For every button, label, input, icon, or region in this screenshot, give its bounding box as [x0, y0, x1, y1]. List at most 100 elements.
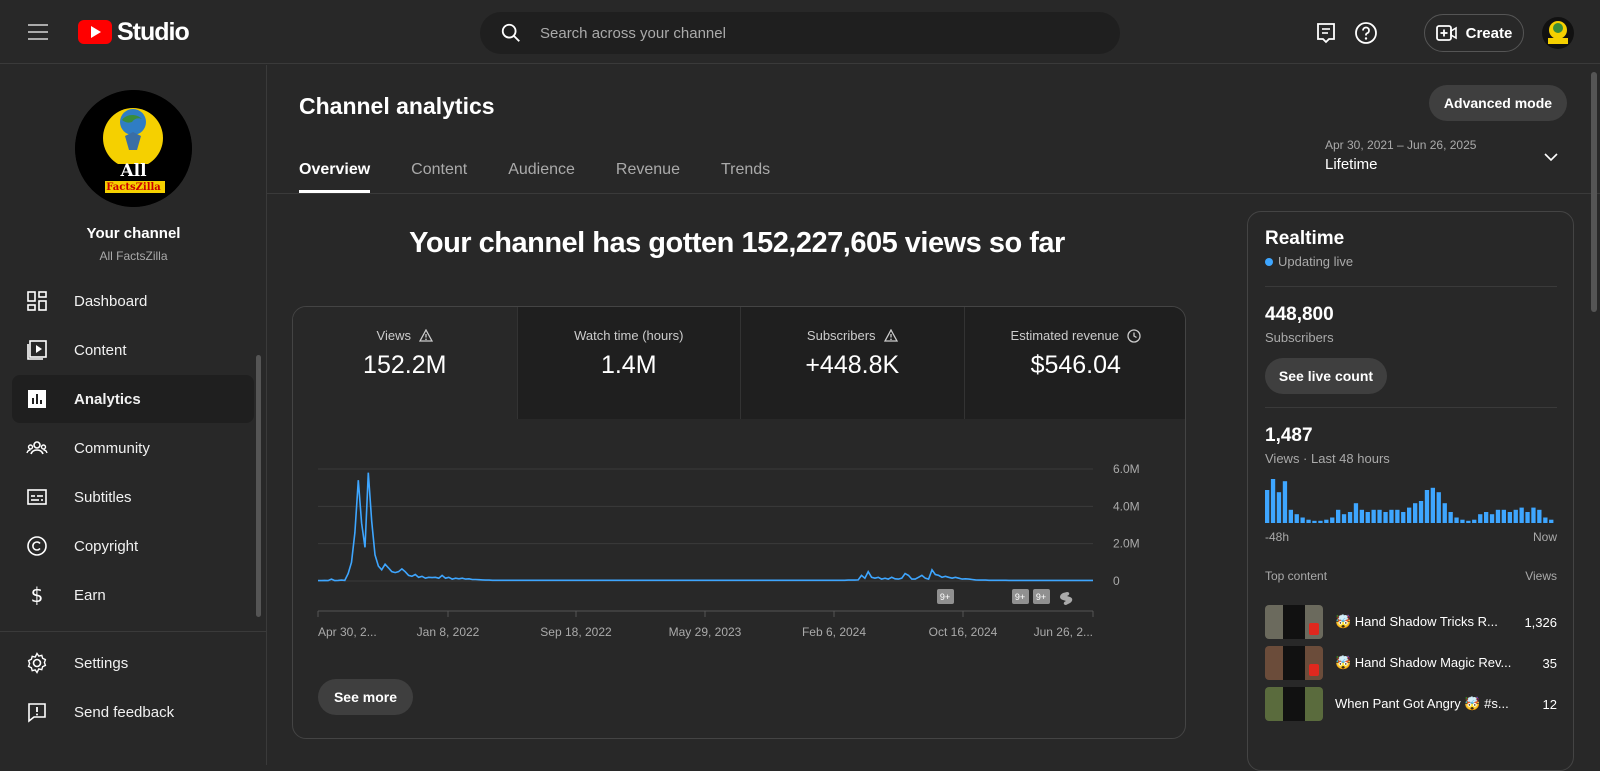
sidebar-item-label: Content: [74, 341, 127, 359]
x-tick-label: Jan 8, 2022: [417, 625, 480, 639]
sidebar-item-subtitles[interactable]: Subtitles: [12, 473, 254, 521]
tab-content[interactable]: Content: [411, 149, 467, 193]
video-thumbnail: [1265, 687, 1323, 721]
video-marker-label: 9+: [1036, 592, 1046, 602]
comment-icon[interactable]: [1314, 21, 1338, 45]
realtime-bar: [1466, 520, 1471, 523]
top-content-label: Top content: [1265, 569, 1328, 583]
account-avatar[interactable]: [1542, 17, 1574, 49]
sidebar-divider: [0, 631, 267, 632]
sidebar-item-label: Copyright: [74, 537, 139, 555]
tab-trends[interactable]: Trends: [721, 149, 770, 193]
metric-label: Views: [377, 328, 433, 343]
realtime-bar: [1312, 520, 1317, 523]
metric-views[interactable]: Views 152.2M: [293, 307, 517, 419]
video-title: When Pant Got Angry 🤯 #s...: [1335, 696, 1509, 711]
metric-watch-time[interactable]: Watch time (hours) 1.4M: [516, 307, 740, 419]
realtime-bar: [1383, 512, 1388, 523]
realtime-bar: [1430, 487, 1435, 523]
metric-label-text: Subscribers: [806, 328, 876, 343]
realtime-views-count: 1,487: [1265, 425, 1313, 446]
date-range-text[interactable]: Apr 30, 2021 – Jun 26, 2025: [1325, 138, 1476, 152]
realtime-bar: [1513, 509, 1518, 523]
main-content: Channel analytics Advanced mode Overview…: [267, 65, 1600, 771]
realtime-bar: [1448, 512, 1453, 523]
sidebar-item-dashboard[interactable]: Dashboard: [12, 277, 254, 325]
realtime-bar: [1549, 519, 1554, 523]
create-label: Create: [1465, 24, 1513, 42]
realtime-bar: [1330, 517, 1335, 523]
metric-estimated-revenue[interactable]: Estimated revenue $546.04: [963, 307, 1185, 419]
realtime-bar: [1359, 509, 1364, 523]
y-tick-label: 2.0M: [1113, 537, 1140, 551]
studio-logo[interactable]: Studio: [78, 18, 190, 46]
sidebar-item-analytics[interactable]: Analytics: [12, 375, 254, 423]
see-more-button[interactable]: See more: [318, 679, 413, 715]
sidebar-item-label: Community: [74, 439, 150, 457]
realtime-bar: [1472, 519, 1477, 523]
video-title: 🤯 Hand Shadow Tricks R...: [1335, 614, 1498, 629]
your-channel-label: Your channel: [86, 225, 181, 242]
realtime-bar: [1377, 509, 1382, 523]
search-bar[interactable]: [480, 12, 1120, 54]
top-content-item[interactable]: When Pant Got Angry 🤯 #s... 12: [1265, 687, 1557, 721]
top-content-item[interactable]: 🤯 Hand Shadow Tricks R... 1,326: [1265, 605, 1557, 639]
sidebar-item-copyright[interactable]: Copyright: [12, 522, 254, 570]
sidebar-item-content[interactable]: Content: [12, 326, 254, 374]
chevron-down-icon[interactable]: [1543, 149, 1559, 165]
avatar-text-bottom: FactsZilla: [106, 182, 161, 193]
video-marker-label: 9+: [940, 592, 950, 602]
subscriber-label: Subscribers: [1265, 330, 1334, 345]
realtime-bar: [1484, 512, 1489, 523]
advanced-mode-button[interactable]: Advanced mode: [1429, 85, 1567, 121]
tab-revenue[interactable]: Revenue: [616, 149, 680, 193]
metric-value: $546.04: [1030, 351, 1121, 379]
realtime-bar-chart[interactable]: [1265, 477, 1555, 523]
search-input[interactable]: [540, 24, 1080, 42]
realtime-bar: [1537, 509, 1542, 523]
realtime-bar: [1265, 490, 1270, 523]
views-chart[interactable]: 6.0M 4.0M 2.0M 0 9+ 9+ 9+ Apr 30, 2... Jan 8, 20…: [293, 419, 1186, 739]
video-thumbnail: [1265, 646, 1323, 680]
clock-icon: [1127, 328, 1141, 343]
sidebar-item-community[interactable]: Community: [12, 424, 254, 472]
see-live-count-button[interactable]: See live count: [1265, 358, 1387, 394]
realtime-status: Updating live: [1265, 254, 1353, 269]
realtime-card: Realtime Updating live 448,800 Subscribe…: [1247, 211, 1574, 771]
create-button[interactable]: Create: [1424, 14, 1524, 52]
tab-audience[interactable]: Audience: [508, 149, 575, 193]
shorts-icon: [1309, 664, 1319, 676]
metric-subscribers[interactable]: Subscribers +448.8K: [740, 307, 964, 419]
realtime-bar: [1401, 512, 1406, 523]
sidebar-item-label: Settings: [74, 654, 129, 672]
realtime-bar: [1294, 514, 1299, 523]
warning-icon: [418, 329, 433, 342]
realtime-status-text: Updating live: [1278, 254, 1354, 269]
top-content-item[interactable]: 🤯 Hand Shadow Magic Rev... 35: [1265, 646, 1557, 680]
menu-icon[interactable]: [28, 24, 48, 40]
help-icon[interactable]: [1354, 21, 1378, 45]
page-scrollbar[interactable]: [1591, 72, 1597, 312]
channel-logo-icon: [1542, 17, 1574, 49]
sidebar-scrollbar[interactable]: [256, 355, 261, 617]
views-series-line: [318, 472, 1093, 582]
realtime-bar: [1460, 519, 1465, 523]
realtime-bar: [1306, 519, 1311, 523]
metric-label-text: Estimated revenue: [1010, 328, 1119, 343]
community-icon: [26, 441, 48, 455]
realtime-axis-end: Now: [1532, 530, 1557, 544]
channel-avatar[interactable]: All FactsZilla: [75, 90, 192, 207]
date-range-label[interactable]: Lifetime: [1325, 156, 1378, 173]
video-views: 35: [1542, 655, 1557, 671]
svg-text:$: $: [31, 584, 44, 606]
tab-overview[interactable]: Overview: [299, 149, 371, 193]
x-tick-label: Feb 6, 2024: [802, 625, 866, 639]
realtime-bar: [1436, 492, 1441, 523]
x-tick-label: Apr 30, 2...: [318, 625, 377, 639]
realtime-bar: [1324, 519, 1329, 523]
sidebar-item-earn[interactable]: $ Earn: [12, 571, 254, 619]
realtime-bar: [1341, 514, 1347, 523]
sidebar-item-settings[interactable]: Settings: [12, 639, 254, 687]
dashboard-icon: [27, 291, 47, 311]
sidebar-item-send-feedback[interactable]: Send feedback: [12, 688, 254, 736]
